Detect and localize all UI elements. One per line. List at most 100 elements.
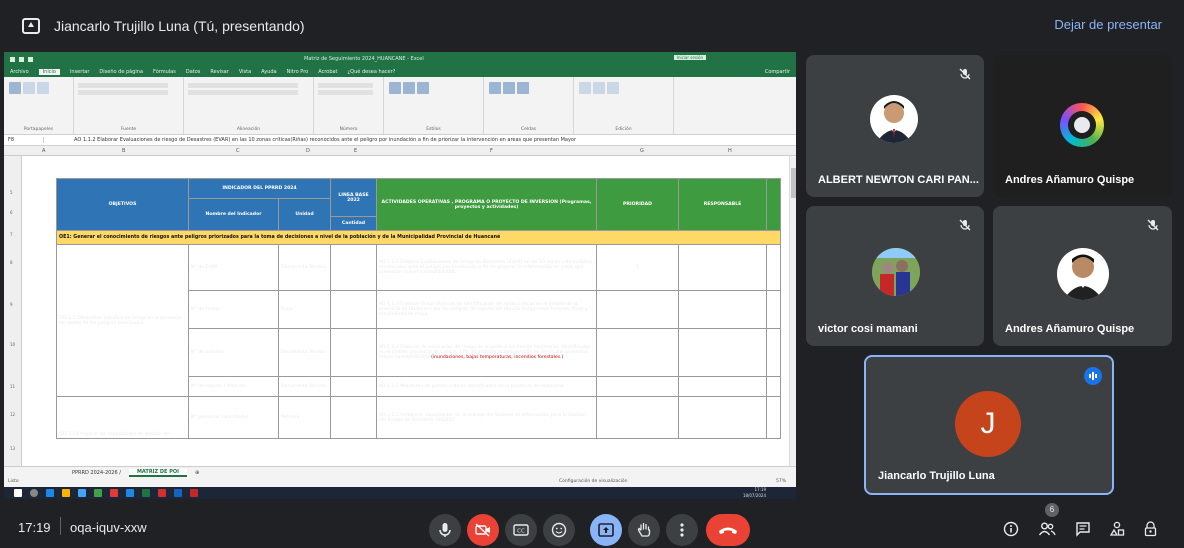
edge-icon[interactable] [46,489,54,497]
tab-diseno[interactable]: Diseño de página [99,69,143,75]
activity-cell[interactable]: AO 1.1.4 Elaborar de escenarios de riesg… [376,328,597,377]
oei-cell[interactable]: OEI 1.1 Desarrollar estudios de riesgo e… [56,244,189,397]
header-nombre-indicador[interactable]: Nombre del Indicador [188,198,279,231]
find-icon[interactable] [607,82,619,94]
file-explorer-icon[interactable] [62,489,70,497]
microphone-button[interactable] [429,514,461,546]
captions-button[interactable]: CC [505,514,537,546]
quantity-cell[interactable] [330,244,377,291]
vertical-scrollbar[interactable] [789,156,796,466]
oe-row[interactable]: OE1: Generar el conocimiento de riesgos … [56,230,781,245]
sheet-tab-matriz-poi[interactable]: MATRIZ DE POI [128,468,187,477]
unit-cell[interactable]: Documento Técnico [278,244,331,291]
tab-formulas[interactable]: Fórmulas [153,69,176,75]
autosum-icon[interactable] [579,82,591,94]
present-now-button[interactable] [590,514,622,546]
excel-icon[interactable] [142,489,150,497]
column-header[interactable]: B [122,148,125,154]
insert-cells-icon[interactable] [489,82,501,94]
header-objetivos[interactable]: OBJETIVOS [56,178,189,231]
add-sheet-button[interactable]: ⊕ [187,470,207,476]
header-linea-base[interactable]: LINEA BASE 2022 [330,178,377,217]
host-controls-button[interactable] [1140,518,1162,540]
column-header[interactable]: E [354,148,357,154]
participant-tile[interactable]: ALBERT NEWTON CARI PAN... [806,55,984,197]
tab-nitro[interactable]: Nitro Pro [287,69,309,75]
stop-presenting-button[interactable]: Dejar de presentar [1054,17,1162,32]
delete-cells-icon[interactable] [503,82,515,94]
column-header[interactable]: D [306,148,310,154]
search-icon[interactable] [30,489,38,497]
activity-cell[interactable]: AO 1.1.5 Monitoreo de puntos críticos id… [376,376,597,397]
people-button[interactable] [1036,518,1058,540]
row-number[interactable]: 8 [10,260,13,265]
header-unidad[interactable]: Unidad [278,198,331,231]
priority-cell[interactable] [596,396,679,439]
participant-tile[interactable]: Andres Añamuro Quispe [993,206,1172,346]
column-header[interactable]: A [42,148,45,154]
chrome-icon[interactable] [94,489,102,497]
acrobat-icon[interactable] [158,489,166,497]
app-icon[interactable] [190,489,198,497]
app-icon[interactable] [174,489,182,497]
formula-input[interactable]: AO 1.1.2 Elaborar Evaluaciones de riesgo… [44,137,576,143]
unit-cell[interactable]: Documento Técnico [278,376,331,397]
extra-cell[interactable] [766,396,781,439]
indicator-cell[interactable]: N° personas capacitadas [188,396,279,439]
priority-cell[interactable] [596,290,679,329]
quantity-cell[interactable] [330,328,377,377]
header-actividades[interactable]: ACTIVIDADES OPERATIVAS , PROGRAMA O PROY… [376,178,597,231]
chat-button[interactable] [1072,518,1094,540]
responsible-cell[interactable] [678,290,767,329]
priority-cell[interactable] [596,376,679,397]
tell-me-search[interactable]: ¿Qué desea hacer? [348,69,396,75]
tab-archivo[interactable]: Archivo [10,69,29,75]
indicator-cell[interactable]: N° de reporte / ficha tst [188,376,279,397]
windows-start-icon[interactable] [14,489,22,497]
column-header[interactable]: F [490,148,493,154]
unit-cell[interactable]: Documento Técnico [278,328,331,377]
tab-insertar[interactable]: Insertar [70,69,89,75]
row-number[interactable]: 6 [10,210,13,215]
name-box[interactable]: F8 [4,137,44,143]
extra-cell[interactable] [766,328,781,377]
row-number[interactable]: 12 [10,412,15,417]
format-table-icon[interactable] [403,82,415,94]
row-number[interactable]: 9 [10,302,13,307]
row-number[interactable]: 10 [10,342,15,347]
leave-call-button[interactable] [706,514,750,546]
tab-inicio[interactable]: Inicio [38,68,60,75]
responsible-cell[interactable] [678,328,767,377]
row-number[interactable]: 13 [10,446,15,451]
responsible-cell[interactable] [678,396,767,439]
cell-styles-icon[interactable] [417,82,429,94]
header-cantidad[interactable]: Cantidad [330,216,377,231]
paste-icon[interactable] [9,82,21,94]
oei-cell[interactable]: OEI 1.14 mejorar las capacidades en gest… [56,396,189,439]
activities-button[interactable] [1106,518,1128,540]
row-number[interactable]: 7 [10,232,13,237]
cut-icon[interactable] [23,82,35,94]
header-responsable[interactable]: RESPONSABLE [678,178,767,231]
column-header[interactable]: H [728,148,732,154]
app-icon[interactable] [110,489,118,497]
worksheet-grid[interactable]: 5 6 7 8 9 10 11 12 13 OBJETIVOS INDICADO… [4,156,789,466]
column-header[interactable]: C [236,148,240,154]
priority-cell[interactable] [596,328,679,377]
tab-datos[interactable]: Datos [186,69,201,75]
raise-hand-button[interactable] [628,514,660,546]
tab-acrobat[interactable]: Acrobat [318,69,337,75]
row-number[interactable]: 5 [10,190,13,195]
copy-icon[interactable] [37,82,49,94]
unit-cell[interactable]: Persona [278,396,331,439]
extra-cell[interactable] [766,376,781,397]
header-indicador[interactable]: INDICADOR DEL PPRRD 2024 [188,178,331,199]
more-options-button[interactable] [666,514,698,546]
format-cells-icon[interactable] [517,82,529,94]
responsible-cell[interactable] [678,376,767,397]
sheet-tab-pprrd[interactable]: PPRRD 2024-2026 / [64,470,129,476]
participant-tile-self[interactable]: J Jiancarlo Trujillo Luna [864,355,1114,495]
responsible-cell[interactable] [678,244,767,291]
participant-tile[interactable]: Andres Añamuro Quispe [993,55,1172,197]
extra-cell[interactable] [766,244,781,291]
